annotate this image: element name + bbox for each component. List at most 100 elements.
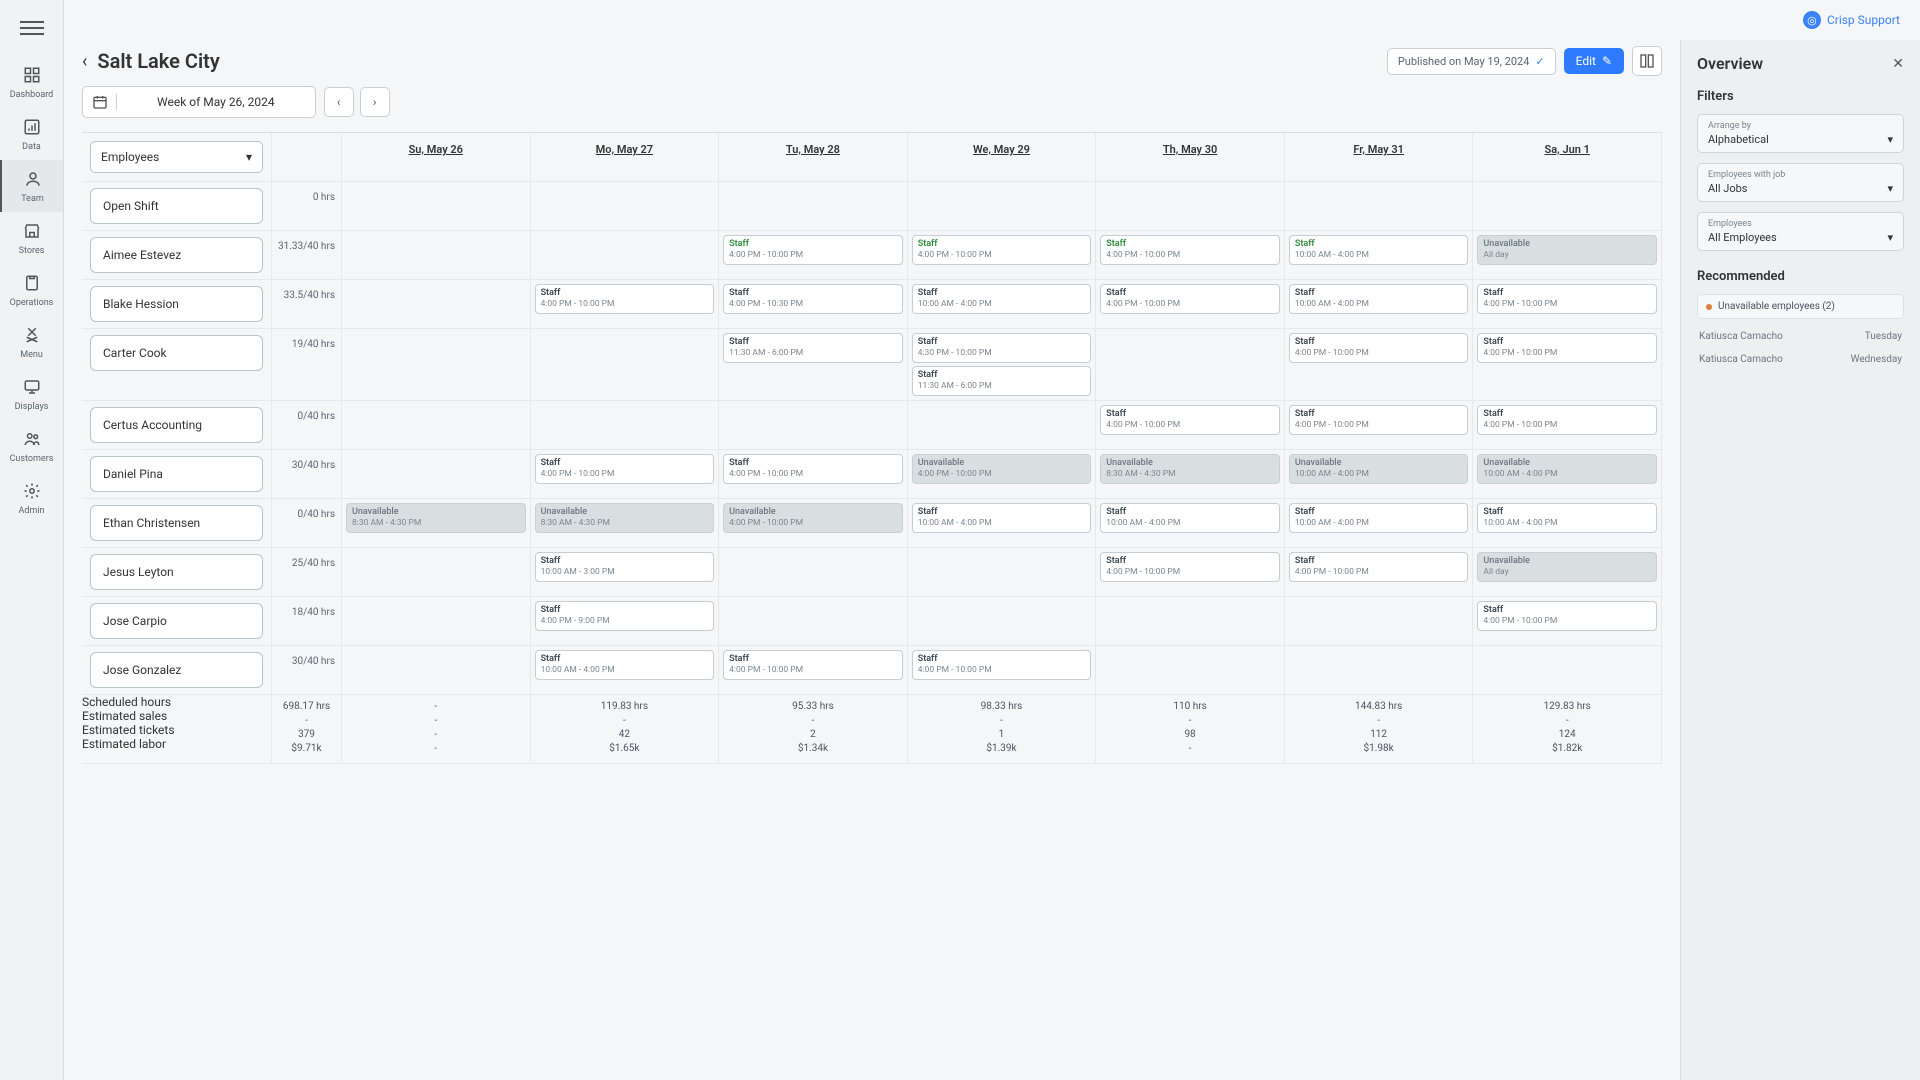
schedule-cell[interactable] [531,401,720,450]
employee-pill[interactable]: Daniel Pina [90,456,263,492]
schedule-cell[interactable] [1285,597,1474,646]
schedule-cell[interactable]: Staff4:00 PM - 10:00 PM [1096,401,1285,450]
employee-pill[interactable]: Blake Hession [90,286,263,322]
schedule-cell[interactable] [531,231,720,280]
recommended-row[interactable]: Katiusca CamachoTuesday [1697,327,1904,346]
support-badge[interactable]: ◎ Crisp Support [1803,11,1900,29]
shift-block[interactable]: Staff4:00 PM - 10:00 PM [1289,552,1469,582]
schedule-cell[interactable]: Staff10:00 AM - 4:00 PM [908,280,1097,329]
shift-block[interactable]: Staff10:00 AM - 4:00 PM [1477,503,1657,533]
nav-dashboard[interactable]: Dashboard [0,56,63,108]
unavailable-block[interactable]: UnavailableAll day [1477,552,1657,582]
schedule-cell[interactable]: Staff4:00 PM - 10:00 PM [1285,401,1474,450]
schedule-cell[interactable]: Staff10:00 AM - 4:00 PM [1096,499,1285,548]
schedule-cell[interactable] [342,450,531,499]
schedule-cell[interactable] [342,182,531,231]
shift-block[interactable]: Staff10:00 AM - 4:00 PM [1289,284,1469,314]
schedule-cell[interactable] [342,548,531,597]
next-week-button[interactable]: › [360,87,390,117]
schedule-cell[interactable]: Staff4:00 PM - 10:00 PM [908,646,1097,695]
nav-customers[interactable]: Customers [0,420,63,472]
day-header[interactable]: Su, May 26 [342,133,531,182]
schedule-cell[interactable] [1473,646,1662,695]
employee-pill[interactable]: Open Shift [90,188,263,224]
schedule-cell[interactable]: Staff11:30 AM - 6:00 PM [719,329,908,401]
schedule-cell[interactable]: Staff4:00 PM - 10:00 PM [1285,548,1474,597]
edit-button[interactable]: Edit ✎ [1564,48,1624,74]
schedule-cell[interactable] [1096,182,1285,231]
shift-block[interactable]: Staff11:30 AM - 6:00 PM [912,366,1092,396]
view-select[interactable]: Employees▾ [90,141,263,173]
day-header[interactable]: Th, May 30 [1096,133,1285,182]
schedule-cell[interactable] [342,329,531,401]
schedule-cell[interactable]: Staff4:00 PM - 10:00 PM [1473,401,1662,450]
schedule-cell[interactable]: Unavailable8:30 AM - 4:30 PM [1096,450,1285,499]
schedule-cell[interactable] [1285,646,1474,695]
nav-operations[interactable]: Operations [0,264,63,316]
shift-block[interactable]: Staff4:00 PM - 10:30 PM [723,284,903,314]
schedule-cell[interactable]: Staff4:00 PM - 10:00 PM [1473,597,1662,646]
schedule-cell[interactable]: Staff10:00 AM - 4:00 PM [1473,499,1662,548]
shift-block[interactable]: Staff4:00 PM - 10:00 PM [1477,601,1657,631]
schedule-cell[interactable]: Staff4:00 PM - 10:00 PM [1096,280,1285,329]
schedule-cell[interactable]: Unavailable8:30 AM - 4:30 PM [531,499,720,548]
recommended-summary[interactable]: Unavailable employees (2) [1697,294,1904,319]
schedule-cell[interactable]: Staff4:30 PM - 10:00 PMStaff11:30 AM - 6… [908,329,1097,401]
filter-select[interactable]: EmployeesAll Employees▾ [1697,212,1904,251]
shift-block[interactable]: Staff4:00 PM - 10:00 PM [535,284,715,314]
schedule-cell[interactable]: Staff10:00 AM - 4:00 PM [908,499,1097,548]
schedule-cell[interactable]: Staff4:00 PM - 10:00 PM [719,646,908,695]
schedule-cell[interactable] [719,548,908,597]
schedule-cell[interactable] [1096,329,1285,401]
schedule-cell[interactable] [908,597,1097,646]
shift-block[interactable]: Staff4:00 PM - 10:00 PM [1477,405,1657,435]
shift-block[interactable]: Staff10:00 AM - 4:00 PM [912,503,1092,533]
schedule-cell[interactable]: Unavailable10:00 AM - 4:00 PM [1473,450,1662,499]
schedule-cell[interactable] [342,401,531,450]
schedule-cell[interactable]: Staff4:00 PM - 10:00 PM [908,231,1097,280]
unavailable-block[interactable]: Unavailable10:00 AM - 4:00 PM [1477,454,1657,484]
layout-toggle-button[interactable] [1632,46,1662,76]
schedule-cell[interactable]: Staff4:00 PM - 10:00 PM [1473,280,1662,329]
hamburger-menu-icon[interactable] [20,16,44,40]
shift-block[interactable]: Staff4:00 PM - 10:00 PM [1289,405,1469,435]
shift-block[interactable]: Staff11:30 AM - 6:00 PM [723,333,903,363]
unavailable-block[interactable]: Unavailable8:30 AM - 4:30 PM [346,503,526,533]
schedule-cell[interactable]: Staff4:00 PM - 10:00 PM [719,231,908,280]
shift-block[interactable]: Staff4:00 PM - 10:00 PM [1100,235,1280,265]
shift-block[interactable]: Staff4:00 PM - 10:00 PM [1289,333,1469,363]
schedule-cell[interactable] [342,231,531,280]
day-header[interactable]: We, May 29 [908,133,1097,182]
schedule-cell[interactable]: Staff4:00 PM - 10:00 PM [531,450,720,499]
schedule-cell[interactable]: UnavailableAll day [1473,231,1662,280]
day-header[interactable]: Fr, May 31 [1285,133,1474,182]
employee-pill[interactable]: Ethan Christensen [90,505,263,541]
shift-block[interactable]: Staff4:00 PM - 10:00 PM [535,454,715,484]
filter-select[interactable]: Employees with jobAll Jobs▾ [1697,163,1904,202]
shift-block[interactable]: Staff10:00 AM - 4:00 PM [1289,503,1469,533]
employee-pill[interactable]: Carter Cook [90,335,263,371]
schedule-cell[interactable]: Staff10:00 AM - 4:00 PM [1285,280,1474,329]
schedule-cell[interactable] [1096,597,1285,646]
schedule-cell[interactable] [719,597,908,646]
employee-pill[interactable]: Aimee Estevez [90,237,263,273]
schedule-cell[interactable]: Staff4:00 PM - 10:30 PM [719,280,908,329]
shift-block[interactable]: Staff10:00 AM - 3:00 PM [535,552,715,582]
nav-menu[interactable]: Menu [0,316,63,368]
schedule-cell[interactable] [908,182,1097,231]
unavailable-block[interactable]: Unavailable10:00 AM - 4:00 PM [1289,454,1469,484]
day-header[interactable]: Mo, May 27 [531,133,720,182]
shift-block[interactable]: Staff4:00 PM - 10:00 PM [912,235,1092,265]
employee-pill[interactable]: Certus Accounting [90,407,263,443]
nav-team[interactable]: Team [0,160,63,212]
schedule-cell[interactable] [1473,182,1662,231]
schedule-cell[interactable]: Staff4:00 PM - 10:00 PM [1096,548,1285,597]
back-chevron-icon[interactable]: ‹ [82,51,87,72]
unavailable-block[interactable]: UnavailableAll day [1477,235,1657,265]
schedule-cell[interactable] [342,646,531,695]
nav-admin[interactable]: Admin [0,472,63,524]
schedule-cell[interactable]: Staff4:00 PM - 10:00 PM [1473,329,1662,401]
shift-block[interactable]: Staff4:00 PM - 9:00 PM [535,601,715,631]
shift-block[interactable]: Staff10:00 AM - 4:00 PM [1100,503,1280,533]
schedule-cell[interactable] [719,182,908,231]
